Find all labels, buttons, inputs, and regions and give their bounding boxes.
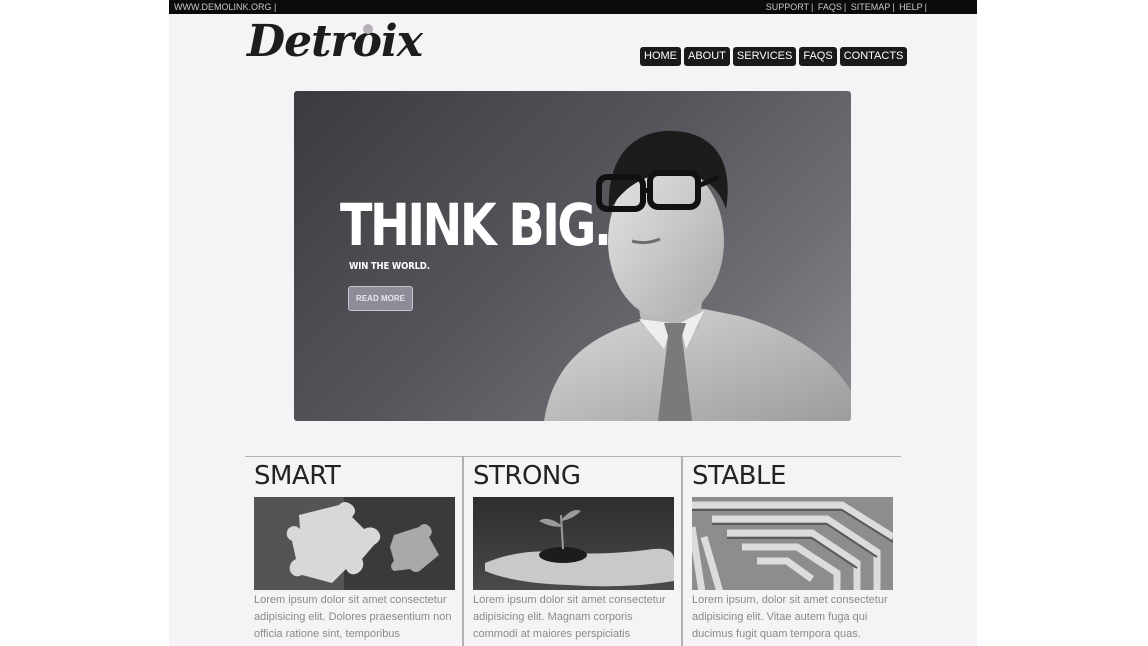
read-more-button[interactable]: READ MORE — [348, 286, 413, 311]
logo-dot-decoration — [363, 24, 373, 34]
site-url: WWW.DEMOLINK.ORG | — [174, 2, 277, 12]
maze-image — [692, 497, 893, 590]
main-nav: HOME ABOUT SERVICES FAQS CONTACTS — [640, 47, 908, 66]
help-link[interactable]: HELP — [899, 2, 923, 12]
top-links: SUPPORT | FAQS | SITEMAP | HELP | — [765, 2, 927, 12]
feature-column-stable: STABLE Lorem ipsum, dolor sit amet conse… — [683, 457, 901, 646]
nav-about[interactable]: ABOUT — [684, 47, 730, 66]
feature-text: Lorem ipsum dolor sit amet consectetur a… — [473, 594, 666, 640]
feature-text: Lorem ipsum, dolor sit amet consectetur … — [692, 594, 888, 640]
feature-column-strong: STRONG Lorem ipsum dolor sit amet consec… — [464, 457, 682, 646]
puzzle-pieces-image — [254, 497, 455, 590]
support-link[interactable]: SUPPORT — [766, 2, 809, 12]
features-section: SMART Lorem ipsum dolor sit amet consect… — [245, 456, 901, 646]
feature-text: Lorem ipsum dolor sit amet consectetur a… — [254, 594, 452, 640]
feature-column-smart: SMART Lorem ipsum dolor sit amet consect… — [245, 457, 463, 646]
site-logo[interactable]: Detroix — [247, 16, 423, 67]
nav-faqs[interactable]: FAQS — [799, 47, 837, 66]
nav-services[interactable]: SERVICES — [732, 47, 797, 66]
sitemap-link[interactable]: SITEMAP — [851, 2, 891, 12]
plant-in-hand-image — [473, 497, 674, 590]
feature-title: SMART — [254, 461, 341, 491]
faqs-link[interactable]: FAQS — [818, 2, 842, 12]
nav-contacts[interactable]: CONTACTS — [839, 47, 908, 66]
hero-title: THINK BIG. — [340, 191, 612, 259]
hero-subtitle: WIN THE WORLD. — [349, 261, 430, 272]
feature-title: STRONG — [473, 461, 581, 491]
page: WWW.DEMOLINK.ORG | SUPPORT | FAQS | SITEMA… — [169, 0, 977, 646]
top-bar: WWW.DEMOLINK.ORG | SUPPORT | FAQS | SITEMA… — [169, 0, 977, 14]
hero-banner: THINK BIG. WIN THE WORLD. READ MORE — [294, 91, 851, 421]
nav-home[interactable]: HOME — [640, 47, 681, 66]
feature-title: STABLE — [692, 461, 786, 491]
